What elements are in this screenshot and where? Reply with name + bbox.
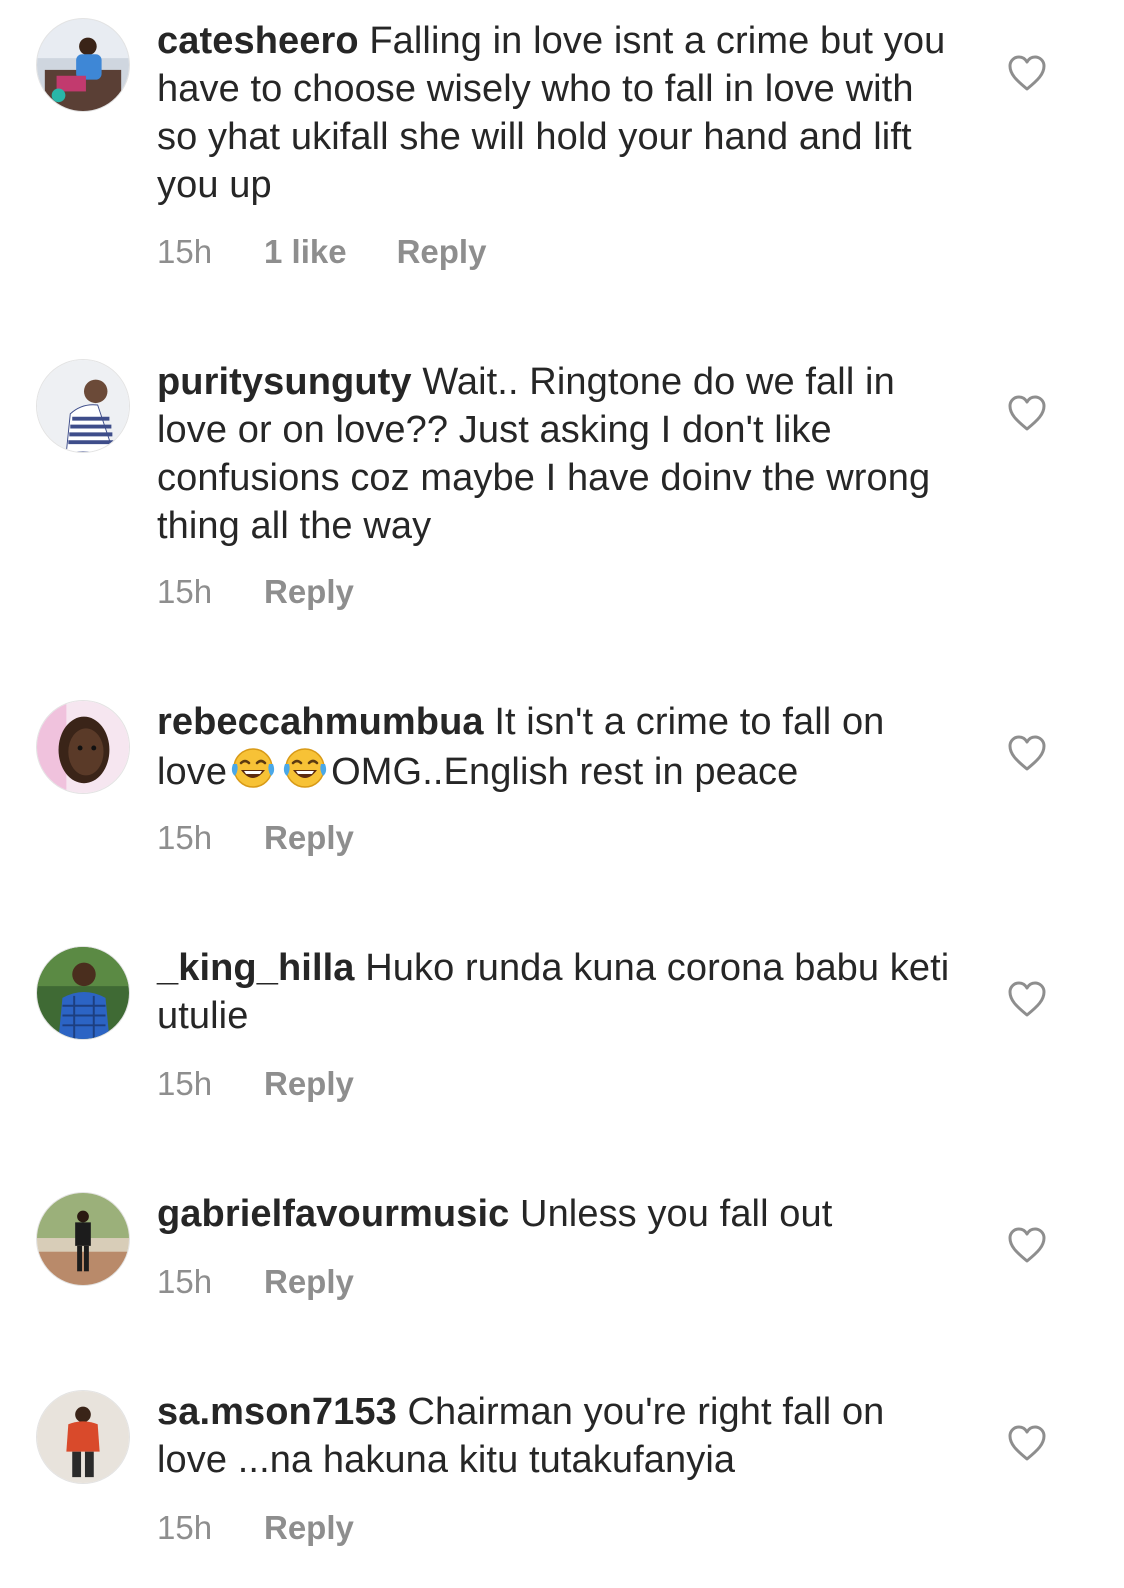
comment-text-after: OMG..English rest in peace — [331, 751, 799, 793]
heart-outline-icon[interactable] — [1006, 979, 1048, 1019]
comment-meta: 15h 1 like Reply — [157, 232, 486, 272]
comment-meta: 15h Reply — [157, 1064, 354, 1104]
comment-body: puritysunguty Wait.. Ringtone do we fall… — [157, 358, 957, 550]
heart-outline-icon[interactable] — [1006, 733, 1048, 773]
comment-timestamp[interactable]: 15h — [157, 1065, 264, 1103]
reply-button[interactable]: Reply — [264, 1263, 354, 1301]
heart-outline-icon[interactable] — [1006, 1225, 1048, 1265]
comment-timestamp[interactable]: 15h — [157, 573, 264, 611]
comment-timestamp[interactable]: 15h — [157, 233, 264, 271]
comment-meta: 15h Reply — [157, 1262, 354, 1302]
avatar[interactable] — [36, 946, 130, 1040]
comment-body: gabrielfavourmusic Unless you fall out — [157, 1190, 957, 1238]
reply-button[interactable]: Reply — [264, 1509, 354, 1547]
comment-username[interactable]: _king_hilla — [157, 947, 355, 989]
comment-timestamp[interactable]: 15h — [157, 1509, 264, 1547]
heart-outline-icon[interactable] — [1006, 53, 1048, 93]
comment-username[interactable]: gabrielfavourmusic — [157, 1193, 509, 1235]
face-with-tears-of-joy-icon — [229, 746, 277, 790]
comment-meta: 15h Reply — [157, 818, 354, 858]
reply-button[interactable]: Reply — [397, 233, 487, 271]
heart-outline-icon[interactable] — [1006, 393, 1048, 433]
comment-like-count[interactable]: 1 like — [264, 233, 347, 271]
comment-timestamp[interactable]: 15h — [157, 819, 264, 857]
comment-meta: 15h Reply — [157, 1508, 354, 1548]
comment-body: catesheero Falling in love isnt a crime … — [157, 17, 957, 209]
reply-button[interactable]: Reply — [264, 573, 354, 611]
comment-body: _king_hilla Huko runda kuna corona babu … — [157, 944, 957, 1040]
face-with-tears-of-joy-icon — [281, 746, 329, 790]
reply-button[interactable]: Reply — [264, 1065, 354, 1103]
avatar[interactable] — [36, 700, 130, 794]
comment-meta: 15h Reply — [157, 572, 354, 612]
comment-username[interactable]: catesheero — [157, 20, 359, 62]
comment-username[interactable]: rebeccahmumbua — [157, 701, 484, 743]
comment-body: sa.mson7153 Chairman you're right fall o… — [157, 1388, 957, 1484]
comment-username[interactable]: puritysunguty — [157, 361, 412, 403]
avatar[interactable] — [36, 1192, 130, 1286]
comment-body: rebeccahmumbua It isn't a crime to fall … — [157, 698, 957, 796]
comment-username[interactable]: sa.mson7153 — [157, 1391, 397, 1433]
avatar[interactable] — [36, 1390, 130, 1484]
comment-timestamp[interactable]: 15h — [157, 1263, 264, 1301]
reply-button[interactable]: Reply — [264, 819, 354, 857]
heart-outline-icon[interactable] — [1006, 1423, 1048, 1463]
avatar[interactable] — [36, 359, 130, 453]
comment-text: Unless you fall out — [520, 1193, 833, 1235]
avatar[interactable] — [36, 18, 130, 112]
